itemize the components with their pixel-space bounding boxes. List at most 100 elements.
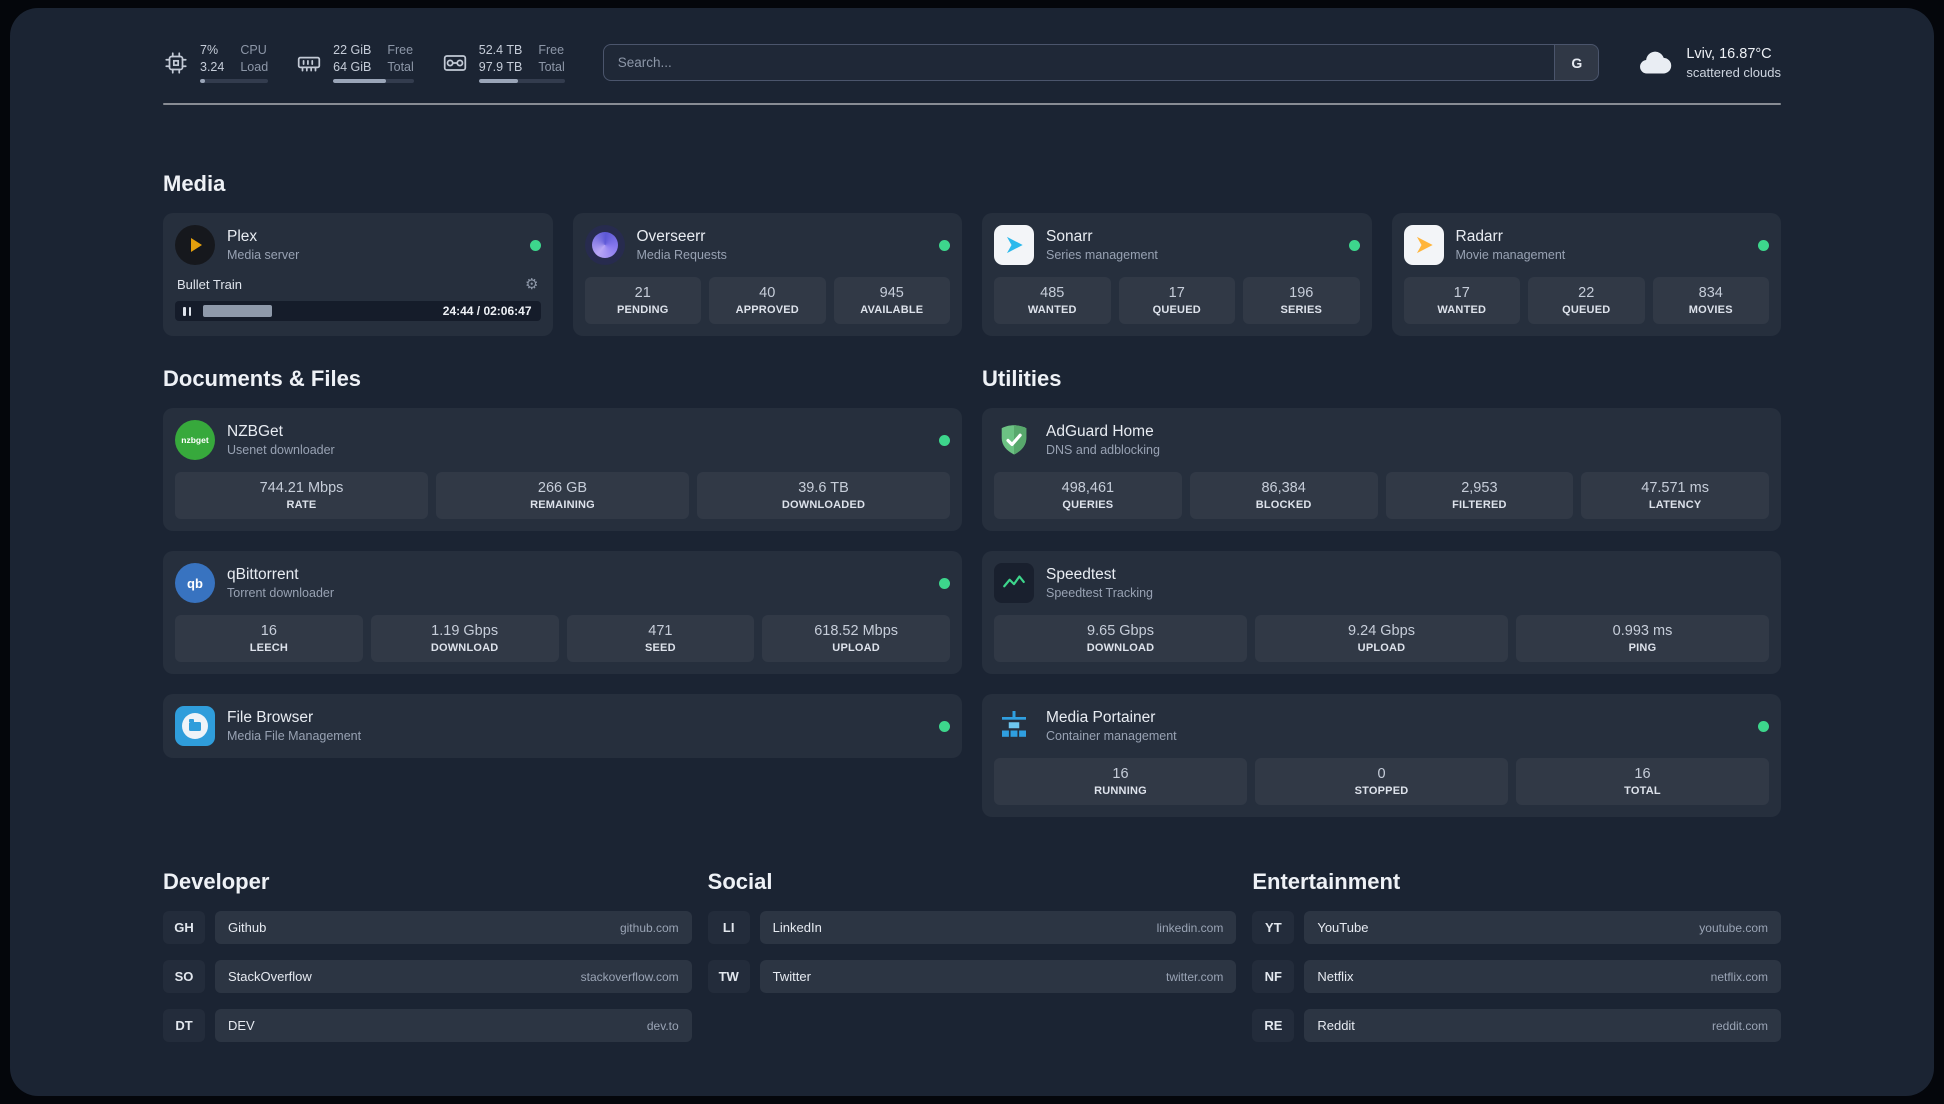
search-bar: G xyxy=(602,44,1600,81)
dashboard: 7% 3.24 CPU Load 22 GiB 64 GiB Free Tota… xyxy=(10,8,1934,1096)
stat-label: DOWNLOADED xyxy=(781,499,866,511)
stat-label: UPLOAD xyxy=(1357,642,1406,654)
stat-label: QUEUED xyxy=(1562,304,1611,316)
stat-label: PING xyxy=(1628,642,1657,654)
disk-free-value: 52.4 TB xyxy=(478,43,523,57)
service-subtitle: Media server xyxy=(227,248,300,262)
memory-total-value: 64 GiB xyxy=(333,59,372,74)
service-card-speedtest[interactable]: Speedtest Speedtest Tracking 9.65 Gbps D… xyxy=(982,551,1781,674)
service-card-overseerr[interactable]: Overseerr Media Requests 21 PENDING 40 A… xyxy=(572,213,962,336)
stat-tile: 17 WANTED xyxy=(1403,277,1520,324)
bookmark-stackoverflow[interactable]: SO StackOverflow stackoverflow.com xyxy=(163,960,692,993)
bookmark-domain: reddit.com xyxy=(1711,1018,1769,1033)
search-input[interactable] xyxy=(603,45,1555,80)
service-card-sonarr[interactable]: Sonarr Series management 485 WANTED 17 Q… xyxy=(982,213,1372,336)
stat-label: UPLOAD xyxy=(832,642,880,654)
stat-value: 16 xyxy=(1112,766,1129,782)
disk-total-value: 97.9 TB xyxy=(478,59,523,74)
gear-icon[interactable]: ⚙ xyxy=(525,275,538,293)
bookmark-group-developer: Developer GH Github github.com SO StackOv… xyxy=(163,869,692,1042)
cpu-widget: 7% 3.24 CPU Load xyxy=(163,42,269,83)
disk-icon xyxy=(442,50,468,76)
service-title: AdGuard Home xyxy=(1046,423,1154,440)
now-playing-title: Bullet Train xyxy=(177,276,243,292)
bookmark-abbr: TW xyxy=(707,960,750,993)
bookmark-abbr: LI xyxy=(707,911,750,944)
stat-label: AVAILABLE xyxy=(860,304,924,316)
memory-free-label: Free xyxy=(387,43,414,57)
pause-button[interactable] xyxy=(183,306,191,316)
service-subtitle: Speedtest Tracking xyxy=(1046,586,1154,600)
stat-tile: 40 APPROVED xyxy=(709,277,826,324)
service-card-nzbget[interactable]: nzbget NZBGet Usenet downloader 744.21 M… xyxy=(163,408,962,531)
stat-tile: 945 AVAILABLE xyxy=(833,277,950,324)
bookmark-linkedin[interactable]: LI LinkedIn linkedin.com xyxy=(707,911,1237,944)
section-title-documents: Documents & Files xyxy=(163,366,362,391)
bookmark-name: Github xyxy=(228,920,267,935)
sonarr-icon xyxy=(994,225,1034,265)
cpu-usage-value: 7% xyxy=(200,43,219,57)
bookmarks-section: Developer GH Github github.com SO StackOv… xyxy=(163,869,1782,1072)
overseerr-icon xyxy=(584,225,625,265)
stat-label: RUNNING xyxy=(1094,785,1147,797)
bookmark-netflix[interactable]: NF Netflix netflix.com xyxy=(1252,960,1782,993)
bookmark-youtube[interactable]: YT YouTube youtube.com xyxy=(1252,911,1782,944)
service-card-radarr[interactable]: Radarr Movie management 17 WANTED 22 QUE… xyxy=(1391,213,1781,336)
status-dot xyxy=(529,239,541,251)
status-dot xyxy=(1348,239,1360,251)
stat-tile: 834 MOVIES xyxy=(1652,277,1769,324)
documents-column: Documents & Files nzbget NZBGet Usenet d… xyxy=(163,366,962,817)
stat-tile: 618.52 Mbps UPLOAD xyxy=(762,615,950,662)
top-bar: 7% 3.24 CPU Load 22 GiB 64 GiB Free Tota… xyxy=(163,42,1781,83)
bookmark-github[interactable]: GH Github github.com xyxy=(163,911,692,944)
bookmark-reddit[interactable]: RE Reddit reddit.com xyxy=(1252,1009,1782,1042)
disk-total-label: Total xyxy=(538,59,565,74)
bookmark-abbr: YT xyxy=(1252,911,1295,944)
service-card-qbittorrent[interactable]: qb qBittorrent Torrent downloader 16 LEE… xyxy=(163,551,962,674)
portainer-icon xyxy=(994,706,1034,746)
stat-label: LEECH xyxy=(249,642,289,654)
stat-value: 0 xyxy=(1377,766,1386,782)
service-card-plex[interactable]: Plex Media server Bullet Train ⚙ 24:44 /… xyxy=(163,213,553,336)
bookmark-name: YouTube xyxy=(1317,920,1369,935)
service-card-filebrowser[interactable]: File Browser Media File Management xyxy=(163,694,962,758)
bookmark-domain: youtube.com xyxy=(1699,920,1769,935)
service-card-adguard[interactable]: AdGuard Home DNS and adblocking 498,461 … xyxy=(982,408,1781,531)
weather-condition: scattered clouds xyxy=(1686,64,1781,80)
bookmark-abbr: GH xyxy=(163,911,205,944)
stat-tile: 21 PENDING xyxy=(584,277,701,324)
service-title: Overseerr xyxy=(636,228,706,245)
playback-time: 24:44 / 02:06:47 xyxy=(442,304,532,318)
radarr-icon xyxy=(1403,225,1444,265)
stat-label: BLOCKED xyxy=(1255,499,1312,511)
bookmark-domain: github.com xyxy=(619,920,679,935)
bookmark-domain: twitter.com xyxy=(1165,969,1224,984)
service-card-portainer[interactable]: Media Portainer Container management 16 … xyxy=(982,694,1781,817)
stat-value: 9.65 Gbps xyxy=(1087,623,1154,639)
stat-value: 40 xyxy=(759,285,776,301)
stat-value: 86,384 xyxy=(1261,480,1306,496)
stat-value: 39.6 TB xyxy=(798,480,849,496)
service-subtitle: Series management xyxy=(1046,248,1158,262)
status-dot xyxy=(939,577,950,589)
plex-now-playing: Bullet Train ⚙ 24:44 / 02:06:47 xyxy=(175,275,541,321)
stat-tile: 16 TOTAL xyxy=(1516,758,1769,805)
stat-tile: 16 RUNNING xyxy=(994,758,1247,805)
stat-value: 196 xyxy=(1289,285,1314,301)
search-provider-button[interactable]: G xyxy=(1554,45,1599,80)
service-title: Media Portainer xyxy=(1046,709,1156,726)
stat-tile: 485 WANTED xyxy=(994,277,1111,324)
stat-tile: 39.6 TB DOWNLOADED xyxy=(697,472,950,519)
media-card-grid: Plex Media server Bullet Train ⚙ 24:44 /… xyxy=(163,213,1781,336)
stat-tile: 266 GB REMAINING xyxy=(436,472,689,519)
bookmark-dev[interactable]: DT DEV dev.to xyxy=(163,1009,692,1042)
bookmark-name: StackOverflow xyxy=(228,969,312,984)
service-title: File Browser xyxy=(227,709,314,726)
bookmark-twitter[interactable]: TW Twitter twitter.com xyxy=(707,960,1237,993)
playback-progress-bar[interactable]: 24:44 / 02:06:47 xyxy=(175,301,541,321)
service-title: qBittorrent xyxy=(227,566,299,583)
cpu-progress-bar xyxy=(200,79,269,83)
disk-free-label: Free xyxy=(538,43,565,57)
stat-label: DOWNLOAD xyxy=(430,642,499,654)
stat-tile: 2,953 FILTERED xyxy=(1385,472,1574,519)
